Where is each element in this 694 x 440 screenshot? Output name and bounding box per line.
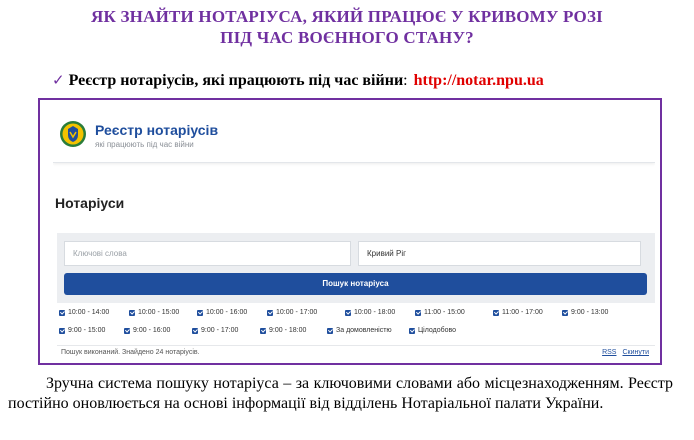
hours-filter-label: 10:00 - 14:00 [68, 309, 110, 316]
hours-filter-checkbox[interactable]: 10:00 - 18:00 [345, 306, 395, 319]
rss-link[interactable]: RSS [602, 349, 616, 356]
title-line-2: ПІД ЧАС ВОЄННОГО СТАНУ? [220, 28, 474, 47]
checkbox-checked-icon[interactable] [345, 309, 351, 316]
page-title: ЯК ЗНАЙТИ НОТАРІУСА, ЯКИЙ ПРАЦЮЄ У КРИВО… [0, 6, 694, 48]
checkbox-checked-icon[interactable] [415, 309, 421, 316]
hours-filter-checkbox[interactable]: Цілодобово [409, 324, 456, 337]
hours-filter-checkbox[interactable]: 10:00 - 16:00 [197, 306, 247, 319]
screenshot-frame: Реєстр нотаріусів які працюють під час в… [38, 98, 662, 365]
checkbox-checked-icon[interactable] [192, 327, 198, 334]
keywords-input[interactable]: Ключові слова [64, 241, 351, 266]
site-header: Реєстр нотаріусів які працюють під час в… [53, 107, 655, 163]
hours-filter-checkbox[interactable]: 11:00 - 15:00 [415, 306, 465, 319]
notary-chamber-logo-icon[interactable] [59, 120, 87, 148]
title-line-1: ЯК ЗНАЙТИ НОТАРІУСА, ЯКИЙ ПРАЦЮЄ У КРИВО… [91, 7, 603, 26]
site-name[interactable]: Реєстр нотаріусів [95, 122, 218, 138]
hours-filter-checkbox[interactable]: 10:00 - 15:00 [129, 306, 179, 319]
hours-filter-label: 10:00 - 18:00 [354, 309, 396, 316]
checkbox-checked-icon[interactable] [562, 309, 568, 316]
registry-colon: : [403, 72, 408, 89]
hours-filter-label: 9:00 - 18:00 [269, 327, 307, 334]
hours-filter-label: 11:00 - 17:00 [502, 309, 543, 316]
search-panel: Ключові слова Кривий Ріг Пошук нотаріуса [57, 233, 655, 303]
working-hours-filters: 10:00 - 14:00 10:00 - 15:00 10:00 - 16:00 1… [57, 303, 655, 346]
hours-filter-checkbox[interactable]: 9:00 - 13:00 [562, 306, 608, 319]
registry-website: Реєстр нотаріусів які працюють під час в… [53, 107, 655, 360]
hours-filter-checkbox[interactable]: 9:00 - 17:00 [192, 324, 238, 337]
checkmark-icon: ✓ [52, 71, 65, 89]
checkbox-checked-icon[interactable] [493, 309, 499, 316]
hours-filter-label: 9:00 - 16:00 [133, 327, 171, 334]
notaries-heading: Нотаріуси [55, 195, 125, 211]
hours-filter-checkbox[interactable]: 11:00 - 17:00 [493, 306, 543, 319]
hours-filter-checkbox[interactable]: 9:00 - 18:00 [260, 324, 306, 337]
hours-filter-checkbox[interactable]: 10:00 - 17:00 [267, 306, 317, 319]
checkbox-checked-icon[interactable] [197, 309, 203, 316]
city-input[interactable]: Кривий Ріг [358, 241, 641, 266]
hours-filter-label: 9:00 - 17:00 [201, 327, 239, 334]
checkbox-checked-icon[interactable] [327, 327, 333, 334]
registry-url-link[interactable]: http://notar.npu.ua [414, 72, 544, 89]
hours-filter-label: За домовленістю [336, 327, 392, 334]
hours-filter-label: 10:00 - 15:00 [138, 309, 180, 316]
reset-link[interactable]: Скинути [622, 349, 649, 356]
hours-filter-label: 10:00 - 17:00 [276, 309, 318, 316]
hours-filter-label: 10:00 - 16:00 [206, 309, 248, 316]
hours-filter-label: Цілодобово [418, 327, 457, 334]
hours-filter-label: 11:00 - 15:00 [424, 309, 465, 316]
site-subtitle: які працюють під час війни [95, 140, 194, 149]
description-paragraph: Зручна система пошуку нотаріуса – за клю… [8, 375, 673, 412]
hours-filter-checkbox[interactable]: 10:00 - 14:00 [59, 306, 109, 319]
checkbox-checked-icon[interactable] [129, 309, 135, 316]
search-notary-button[interactable]: Пошук нотаріуса [64, 273, 647, 295]
checkbox-checked-icon[interactable] [267, 309, 273, 316]
search-status: Пошук виконаний. Знайдено 24 нотаріусів. [61, 349, 200, 356]
checkbox-checked-icon[interactable] [124, 327, 130, 334]
checkbox-checked-icon[interactable] [409, 327, 415, 334]
result-links: RSS Скинути [596, 349, 649, 356]
hours-filter-checkbox[interactable]: За домовленістю [327, 324, 392, 337]
registry-line: ✓ Реєстр нотаріусів, які працюють під час… [52, 71, 544, 90]
hours-filter-label: 9:00 - 13:00 [571, 309, 609, 316]
hours-filter-checkbox[interactable]: 9:00 - 15:00 [59, 324, 105, 337]
hours-filter-label: 9:00 - 15:00 [68, 327, 106, 334]
checkbox-checked-icon[interactable] [59, 327, 65, 334]
checkbox-checked-icon[interactable] [59, 309, 65, 316]
registry-label: Реєстр нотаріусів, які працюють під час … [68, 72, 404, 89]
hours-filter-checkbox[interactable]: 9:00 - 16:00 [124, 324, 170, 337]
checkbox-checked-icon[interactable] [260, 327, 266, 334]
